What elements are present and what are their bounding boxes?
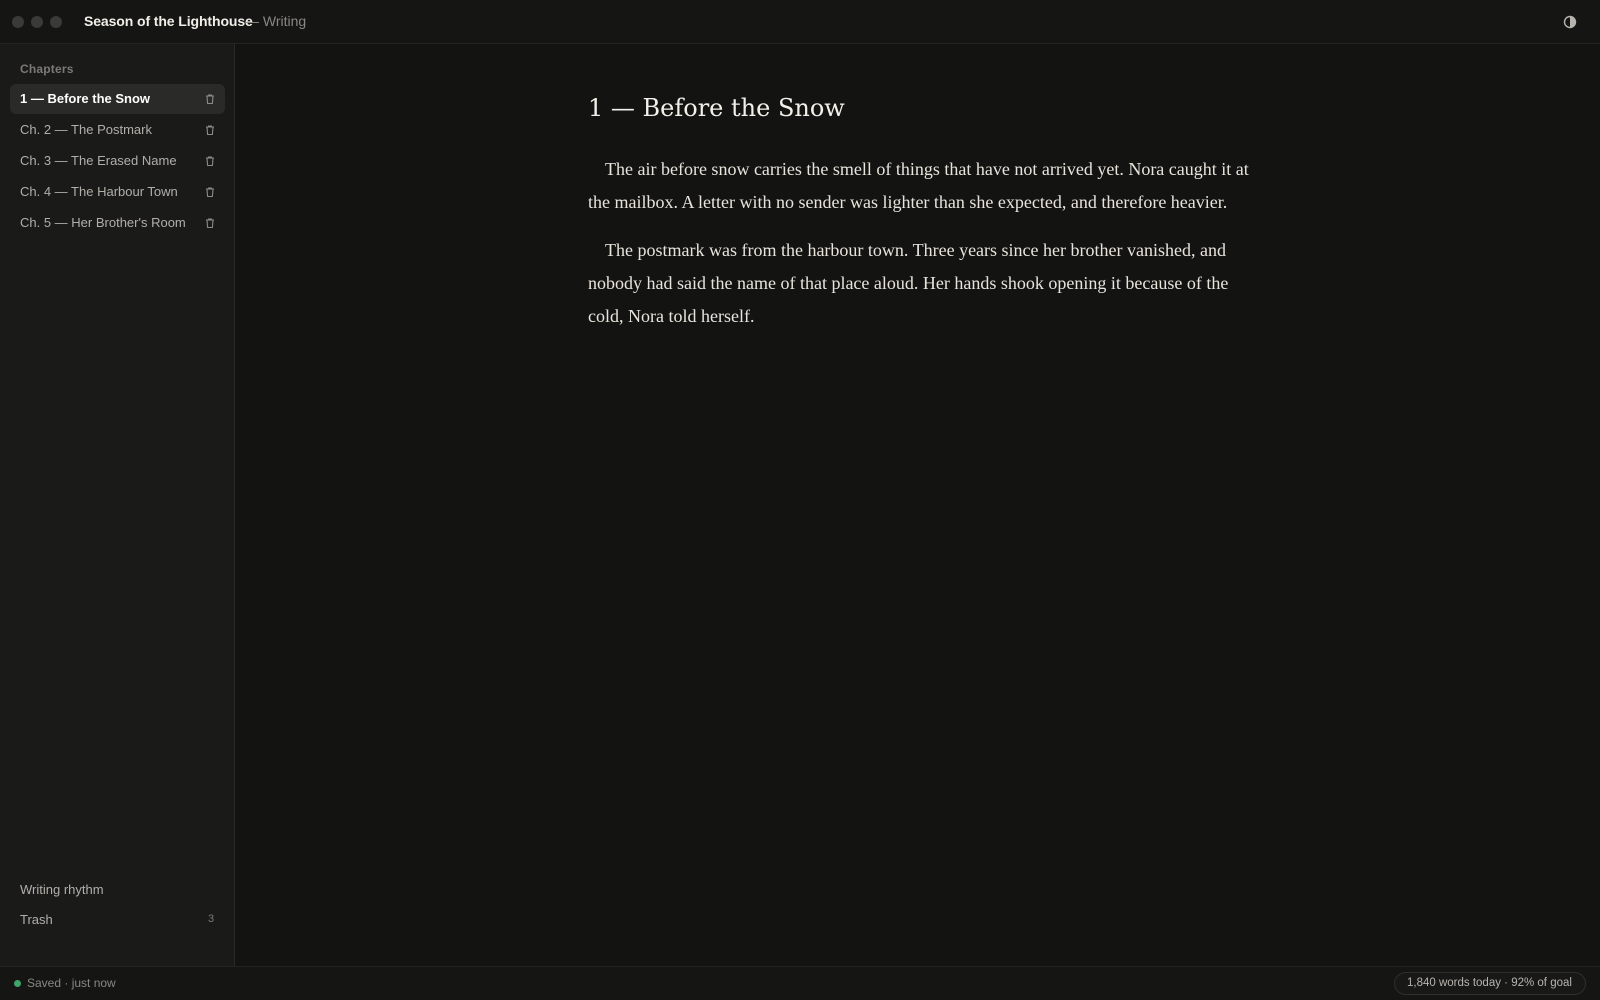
chapter-label: Ch. 5 — Her Brother's Room <box>20 215 186 230</box>
word-goal-badge[interactable]: 1,840 words today · 92% of goal <box>1394 972 1586 995</box>
chapter-label: Ch. 4 — The Harbour Town <box>20 184 178 199</box>
chapters-sidebar: Chapters 1 — Before the Snow Ch. 2 — The… <box>0 44 235 966</box>
maximize-window-button[interactable] <box>50 16 62 28</box>
chapter-item-3[interactable]: Ch. 3 — The Erased Name <box>10 146 225 176</box>
chapter-item-4[interactable]: Ch. 4 — The Harbour Town <box>10 177 225 207</box>
chapter-label: Ch. 2 — The Postmark <box>20 122 152 137</box>
trash-icon[interactable] <box>204 93 216 105</box>
chapter-label: Ch. 3 — The Erased Name <box>20 153 177 168</box>
chapter-title[interactable]: 1 — Before the Snow <box>588 94 845 122</box>
mode-label: — Writing <box>245 13 307 29</box>
trash-icon[interactable] <box>204 217 216 229</box>
writing-rhythm-link[interactable]: Writing rhythm <box>20 882 104 897</box>
editor-paragraph[interactable]: The air before snow carries the smell of… <box>588 153 1254 219</box>
word-goal-text: 1,840 words today · 92% of goal <box>1407 977 1572 989</box>
trash-count-badge: 3 <box>208 913 215 925</box>
status-bar: Saved · just now 1,840 words today · 92%… <box>0 966 1600 1000</box>
chapter-item-5[interactable]: Ch. 5 — Her Brother's Room <box>10 208 225 238</box>
trash-link[interactable]: Trash <box>20 912 53 927</box>
title-bar: Season of the Lighthouse — Writing <box>0 0 1600 44</box>
close-window-button[interactable] <box>12 16 24 28</box>
editor-paragraph[interactable]: The postmark was from the harbour town. … <box>588 234 1254 333</box>
trash-icon[interactable] <box>204 155 216 167</box>
chapters-heading: Chapters <box>20 62 74 76</box>
save-status: Saved · just now <box>27 976 116 990</box>
contrast-icon[interactable] <box>1563 15 1577 29</box>
chapter-item-2[interactable]: Ch. 2 — The Postmark <box>10 115 225 145</box>
document-title: Season of the Lighthouse <box>84 13 253 29</box>
trash-icon[interactable] <box>204 186 216 198</box>
saved-indicator-icon <box>14 980 21 987</box>
chapter-item-1[interactable]: 1 — Before the Snow <box>10 84 225 114</box>
editor-pane[interactable]: 1 — Before the Snow The air before snow … <box>235 44 1600 966</box>
trash-icon[interactable] <box>204 124 216 136</box>
chapter-label: 1 — Before the Snow <box>20 91 151 106</box>
minimize-window-button[interactable] <box>31 16 43 28</box>
